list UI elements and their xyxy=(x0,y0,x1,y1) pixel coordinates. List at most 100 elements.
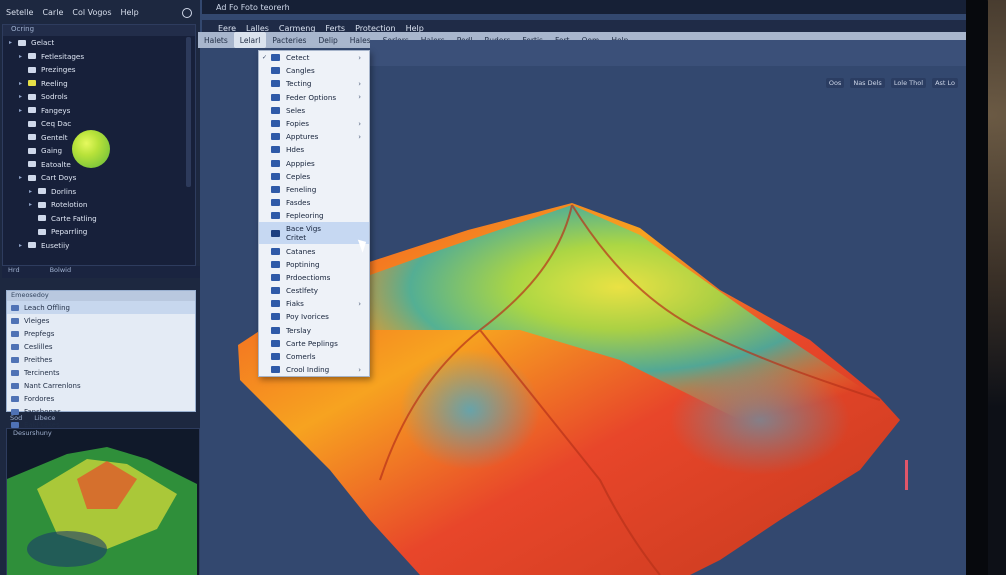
tree-item[interactable]: ▸ Sodrols xyxy=(3,90,195,104)
left-menu-item[interactable]: Carle xyxy=(42,8,63,24)
tree-item[interactable]: ▸ Reeling xyxy=(3,77,195,91)
tree-item[interactable]: Ceq Dac xyxy=(3,117,195,131)
tree-item[interactable]: ▸ Dorlins xyxy=(3,185,195,199)
dropdown-item[interactable]: Poptining xyxy=(259,258,369,271)
dropdown-item[interactable]: Apppies xyxy=(259,157,369,170)
chevron-right-icon[interactable]: ▸ xyxy=(29,188,38,195)
tree-item-label: Eatoalte xyxy=(41,159,71,169)
dropdown-item-label: Hdes xyxy=(286,145,305,155)
toolbar-tab[interactable]: Pacteries xyxy=(266,36,312,45)
search-icon[interactable] xyxy=(182,8,192,18)
view-tool-button[interactable]: Lole Thol xyxy=(890,78,927,88)
dropdown-item[interactable]: Catanes xyxy=(259,244,369,257)
tree-item[interactable]: ▸ Gelact xyxy=(3,36,195,50)
dropdown-item[interactable]: Comerls xyxy=(259,350,369,363)
layer-item[interactable]: Prepfegs xyxy=(7,327,195,340)
tree-item[interactable]: ▸ Cart Doys xyxy=(3,171,195,185)
dropdown-item[interactable]: Tecting › xyxy=(259,77,369,90)
dropdown-item[interactable]: Ceples xyxy=(259,170,369,183)
layers-list: Leach Offling Vleiges Prepfegs Ceslilles Pre… xyxy=(7,301,195,431)
menu-item-icon xyxy=(271,120,280,128)
chevron-right-icon[interactable]: ▸ xyxy=(29,201,38,208)
dropdown-item[interactable]: Cangles xyxy=(259,64,369,77)
view-tool-button[interactable]: Ast Lo xyxy=(932,78,958,88)
folder-icon xyxy=(38,188,46,195)
menu-item-icon xyxy=(271,106,280,114)
dropdown-item-label: Apptures xyxy=(286,132,319,142)
chevron-right-icon[interactable]: ▸ xyxy=(9,39,18,46)
tree-item[interactable]: Prezinges xyxy=(3,63,195,77)
tree-item[interactable]: ▸ Fangeys xyxy=(3,104,195,118)
dropdown-item[interactable]: Fiaks › xyxy=(259,297,369,310)
folder-icon xyxy=(28,174,36,181)
folder-icon xyxy=(28,93,36,100)
layer-item[interactable]: Vleiges xyxy=(7,314,195,327)
left-menu-item[interactable]: Setelle xyxy=(6,8,33,24)
chevron-right-icon[interactable]: ▸ xyxy=(19,107,28,114)
chevron-right-icon[interactable]: ▸ xyxy=(19,242,28,249)
dropdown-item[interactable]: Fasdes xyxy=(259,196,369,209)
menu-item-icon xyxy=(271,273,280,281)
chevron-right-icon[interactable]: ▸ xyxy=(19,53,28,60)
dropdown-item[interactable]: Feder Options › xyxy=(259,91,369,104)
dropdown-item-label: Terslay xyxy=(286,325,311,335)
dropdown-item-label: Cetect xyxy=(286,53,310,63)
menu-item-icon xyxy=(271,159,280,167)
menu-item-icon xyxy=(271,313,280,321)
tree-item[interactable]: ▸ Rotelotion xyxy=(3,198,195,212)
chevron-right-icon[interactable]: ▸ xyxy=(19,93,28,100)
layer-icon xyxy=(11,343,19,350)
left-menu-item[interactable]: Col Vogos xyxy=(72,8,111,24)
toolbar-tab[interactable]: Lelarl xyxy=(233,32,267,48)
dropdown-item[interactable]: Seles xyxy=(259,104,369,117)
tree-scrollbar[interactable] xyxy=(186,37,191,187)
view-tool-button[interactable]: Oos xyxy=(825,78,845,88)
dropdown-item[interactable]: Prdoectioms xyxy=(259,271,369,284)
chevron-right-icon[interactable]: ▸ xyxy=(19,80,28,87)
dropdown-item[interactable]: Terslay xyxy=(259,324,369,337)
thumbnail-header: Desurshuny xyxy=(13,429,52,437)
dropdown-item-label: Tecting xyxy=(286,79,312,89)
tree-item[interactable]: ▸ Fetlesitages xyxy=(3,50,195,64)
folder-icon xyxy=(28,161,36,168)
toolbar-tab[interactable]: Halets xyxy=(198,36,234,45)
menu-item-icon xyxy=(271,93,280,101)
toolbar-tab[interactable]: Delip xyxy=(312,36,343,45)
left-menu-item[interactable]: Help xyxy=(121,8,139,24)
dropdown-item[interactable]: Crool Inding › xyxy=(259,363,369,376)
tree-item-label: Cart Doys xyxy=(41,173,77,183)
dropdown-item[interactable]: ✓ Cetect › xyxy=(259,51,369,64)
dropdown-item[interactable]: Bace Vigs Critet xyxy=(259,222,369,245)
dropdown-item[interactable]: Cestlfety xyxy=(259,284,369,297)
tree-item[interactable]: Peparrling xyxy=(3,225,195,239)
view-axis-marker xyxy=(905,460,908,490)
layer-item[interactable]: Preithes xyxy=(7,353,195,366)
dropdown-item[interactable]: Fepleoring xyxy=(259,209,369,222)
dropdown-item[interactable]: Carte Peplings xyxy=(259,337,369,350)
terrain-thumbnail-panel[interactable]: Desurshuny xyxy=(6,428,200,575)
layer-item[interactable]: Nant Carrenlons xyxy=(7,379,195,392)
dropdown-item[interactable]: Fopies › xyxy=(259,117,369,130)
green-orb-icon xyxy=(72,130,110,168)
dropdown-item[interactable]: Hdes xyxy=(259,143,369,156)
dropdown-item[interactable]: Apptures › xyxy=(259,130,369,143)
view-tool-button[interactable]: Nas Dels xyxy=(850,78,885,88)
globe-icon xyxy=(28,120,36,127)
chevron-right-icon[interactable]: ▸ xyxy=(19,174,28,181)
tree-item-label: Fetlesitages xyxy=(41,51,85,61)
file-icon xyxy=(38,228,46,235)
layer-item[interactable]: Leach Offling xyxy=(7,301,195,314)
layer-item[interactable]: Tercinents xyxy=(7,366,195,379)
file-icon xyxy=(38,201,46,208)
photo-background: Setelle Carle Col Vogos Help Ocring ▸ Gel… xyxy=(0,0,1006,575)
layer-item[interactable]: Ceslilles xyxy=(7,340,195,353)
menu-item-icon xyxy=(271,287,280,295)
tree-item[interactable]: Carte Fatling xyxy=(3,212,195,226)
layer-item[interactable]: Fordores xyxy=(7,392,195,405)
monitor-screen: Setelle Carle Col Vogos Help Ocring ▸ Gel… xyxy=(0,0,966,575)
dropdown-item-label: Feder Options xyxy=(286,92,337,102)
dropdown-item[interactable]: Poy Ivorices xyxy=(259,310,369,323)
folder-icon xyxy=(28,53,36,60)
dropdown-item[interactable]: Feneling xyxy=(259,183,369,196)
tree-item[interactable]: ▸ Eusetiiy xyxy=(3,239,195,253)
